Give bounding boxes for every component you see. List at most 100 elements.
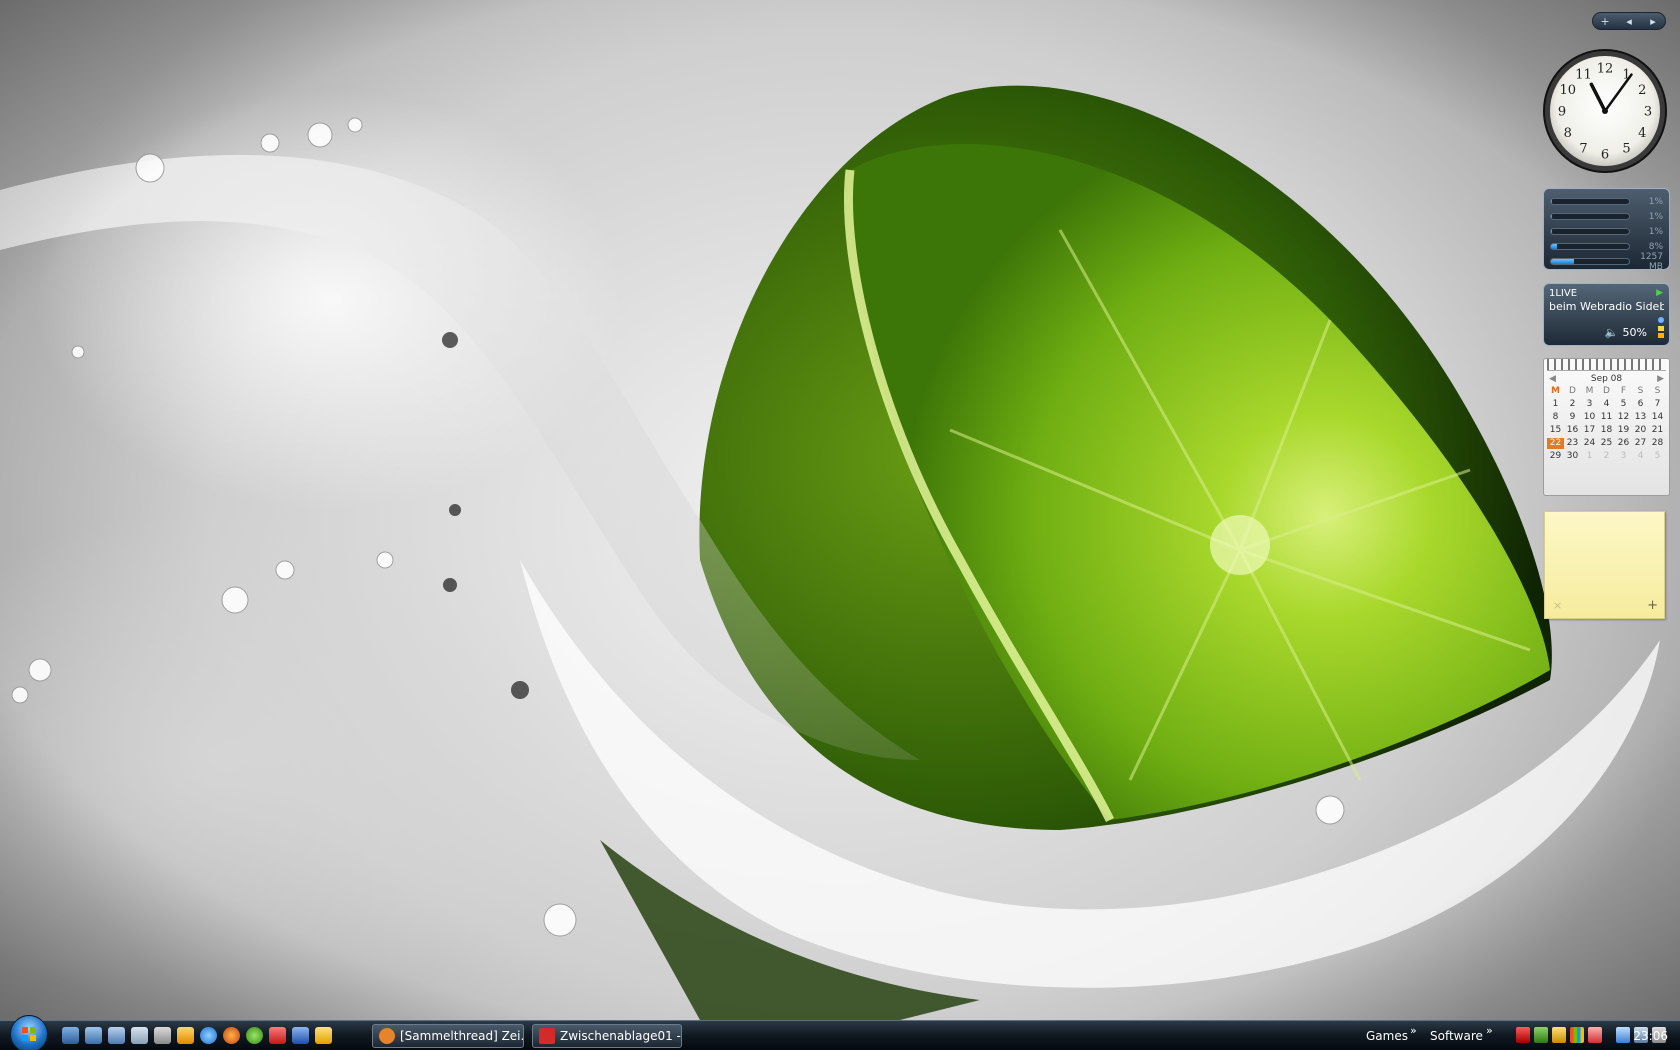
- note-add-icon[interactable]: +: [1647, 598, 1658, 613]
- calendar-day[interactable]: 12: [1615, 412, 1632, 423]
- calendar-day[interactable]: 1: [1547, 399, 1564, 410]
- lime-splash-image: [0, 0, 1680, 1020]
- calendar-day[interactable]: 29: [1547, 451, 1564, 462]
- icq-icon[interactable]: [246, 1027, 263, 1044]
- meter-fill: [1551, 259, 1575, 264]
- calendar-day-next-month[interactable]: 2: [1598, 451, 1615, 462]
- network-icon[interactable]: [1616, 1027, 1630, 1043]
- speaker-icon: 🔈: [1604, 326, 1619, 339]
- word-icon[interactable]: [292, 1027, 309, 1044]
- cpu-meter-gadget[interactable]: 1% 1% 1% 8% 1257 MB: [1543, 188, 1670, 272]
- calendar-day-next-month[interactable]: 1: [1581, 451, 1598, 462]
- meter-value: 1%: [1648, 226, 1663, 237]
- calendar-day[interactable]: 20: [1632, 425, 1649, 436]
- clock-gadget[interactable]: 12 1234567891011: [1542, 48, 1668, 174]
- calendar-day[interactable]: 8: [1547, 412, 1564, 423]
- radio-station-name: 1LIVE: [1549, 288, 1578, 299]
- meter-value: 1%: [1648, 196, 1663, 207]
- calendar-day[interactable]: 26: [1615, 438, 1632, 449]
- clock-numeral: 11: [1575, 67, 1592, 82]
- previous-page-button[interactable]: ◂: [1619, 15, 1639, 28]
- radio-status-text: beim Webradio Sideb: [1549, 300, 1664, 313]
- clock-numeral: 9: [1558, 105, 1566, 120]
- security-icon[interactable]: [1534, 1027, 1548, 1043]
- calendar-grid: M D M D F S S 1 2 3 4 5 6 7 8 9 10 11 12 13 14 15 16 17 18 19 20 21…: [1544, 384, 1669, 464]
- next-month-icon[interactable]: ▶: [1657, 374, 1664, 384]
- sticky-note-gadget[interactable]: × +: [1544, 511, 1665, 619]
- messenger-icon[interactable]: [315, 1027, 332, 1044]
- calendar-day[interactable]: 24: [1581, 438, 1598, 449]
- meter-fill: [1551, 244, 1558, 249]
- software-chevron-icon[interactable]: »: [1486, 1024, 1493, 1037]
- webradio-gadget[interactable]: 1LIVE ▶ beim Webradio Sideb 🔈 50%: [1543, 283, 1670, 346]
- calendar-day[interactable]: 23: [1564, 438, 1581, 449]
- calendar-gadget[interactable]: ◀ Sep 08 ▶ M D M D F S S 1 2 3 4 5 6 7 8 9 10 11 12 13 14 15 1…: [1543, 358, 1670, 496]
- calendar-day-next-month[interactable]: 5: [1649, 451, 1666, 462]
- meter-row: 1%: [1550, 194, 1663, 209]
- tray-clock[interactable]: 23:06: [1633, 1029, 1668, 1043]
- calendar-day[interactable]: 18: [1598, 425, 1615, 436]
- switch-windows-icon[interactable]: [85, 1027, 102, 1044]
- calendar-day[interactable]: 6: [1632, 399, 1649, 410]
- calendar-day[interactable]: 28: [1649, 438, 1666, 449]
- meter-row: 1%: [1550, 209, 1663, 224]
- previous-month-icon[interactable]: ◀: [1549, 374, 1556, 384]
- calendar-day[interactable]: 14: [1649, 412, 1666, 423]
- firefox-icon[interactable]: [223, 1027, 240, 1044]
- calendar-day[interactable]: 21: [1649, 425, 1666, 436]
- calendar-day-next-month[interactable]: 3: [1615, 451, 1632, 462]
- windows-flag-icon[interactable]: [1570, 1027, 1584, 1043]
- clipboard-icon: [539, 1028, 555, 1044]
- start-button[interactable]: [10, 1015, 48, 1050]
- calendar-day[interactable]: 7: [1649, 399, 1666, 410]
- calendar-day[interactable]: 4: [1598, 399, 1615, 410]
- calendar-day[interactable]: 15: [1547, 425, 1564, 436]
- calendar-weekday: F: [1620, 386, 1627, 396]
- meter-value: 8%: [1648, 241, 1663, 252]
- update-icon[interactable]: [1552, 1027, 1566, 1043]
- calendar-binding: [1547, 359, 1666, 371]
- radio-menu-icon[interactable]: [1657, 317, 1665, 339]
- calendar-month: Sep 08: [1590, 374, 1623, 384]
- toolbar-games[interactable]: Games: [1366, 1029, 1408, 1043]
- taskbar-task-clipboard[interactable]: Zwischenablage01 - ...: [532, 1024, 682, 1048]
- calendar-day[interactable]: 17: [1581, 425, 1598, 436]
- calendar-day[interactable]: 5: [1615, 399, 1632, 410]
- antivirus-icon[interactable]: [1516, 1027, 1530, 1043]
- calendar-day[interactable]: 10: [1581, 412, 1598, 423]
- calendar-day-next-month[interactable]: 4: [1632, 451, 1649, 462]
- calendar-day[interactable]: 30: [1564, 451, 1581, 462]
- opera-icon[interactable]: [269, 1027, 286, 1044]
- note-delete-icon[interactable]: ×: [1553, 599, 1562, 612]
- clock-numeral: 12: [1597, 62, 1614, 77]
- next-page-button[interactable]: ▸: [1643, 15, 1663, 28]
- calendar-day[interactable]: 19: [1615, 425, 1632, 436]
- volume-control[interactable]: 🔈 50%: [1605, 326, 1647, 339]
- meter-value: 1%: [1648, 211, 1663, 222]
- meter-bar: [1550, 228, 1630, 235]
- computer-icon[interactable]: [108, 1027, 125, 1044]
- calendar-day[interactable]: 25: [1598, 438, 1615, 449]
- calendar-day[interactable]: 22: [1547, 438, 1564, 449]
- toolbar-software[interactable]: Software: [1430, 1029, 1483, 1043]
- recycle-bin-icon[interactable]: [131, 1027, 148, 1044]
- show-desktop-icon[interactable]: [62, 1027, 79, 1044]
- play-icon[interactable]: ▶: [1656, 288, 1663, 298]
- clock-numeral: 3: [1644, 105, 1652, 120]
- clock-numeral: 8: [1564, 126, 1572, 141]
- calendar-day[interactable]: 9: [1564, 412, 1581, 423]
- calendar-day[interactable]: 2: [1564, 399, 1581, 410]
- calendar-day[interactable]: 11: [1598, 412, 1615, 423]
- taskbar-task-firefox[interactable]: [Sammelthread] Zei...: [372, 1024, 524, 1048]
- add-gadget-button[interactable]: +: [1595, 15, 1615, 28]
- calculator-icon[interactable]: [154, 1027, 171, 1044]
- audio-icon[interactable]: [1588, 1027, 1602, 1043]
- games-chevron-icon[interactable]: »: [1410, 1024, 1417, 1037]
- meter-value: 1257 MB: [1640, 251, 1663, 272]
- calendar-day[interactable]: 3: [1581, 399, 1598, 410]
- media-player-icon[interactable]: [177, 1027, 194, 1044]
- internet-explorer-icon[interactable]: [200, 1027, 217, 1044]
- calendar-day[interactable]: 13: [1632, 412, 1649, 423]
- calendar-day[interactable]: 27: [1632, 438, 1649, 449]
- calendar-day[interactable]: 16: [1564, 425, 1581, 436]
